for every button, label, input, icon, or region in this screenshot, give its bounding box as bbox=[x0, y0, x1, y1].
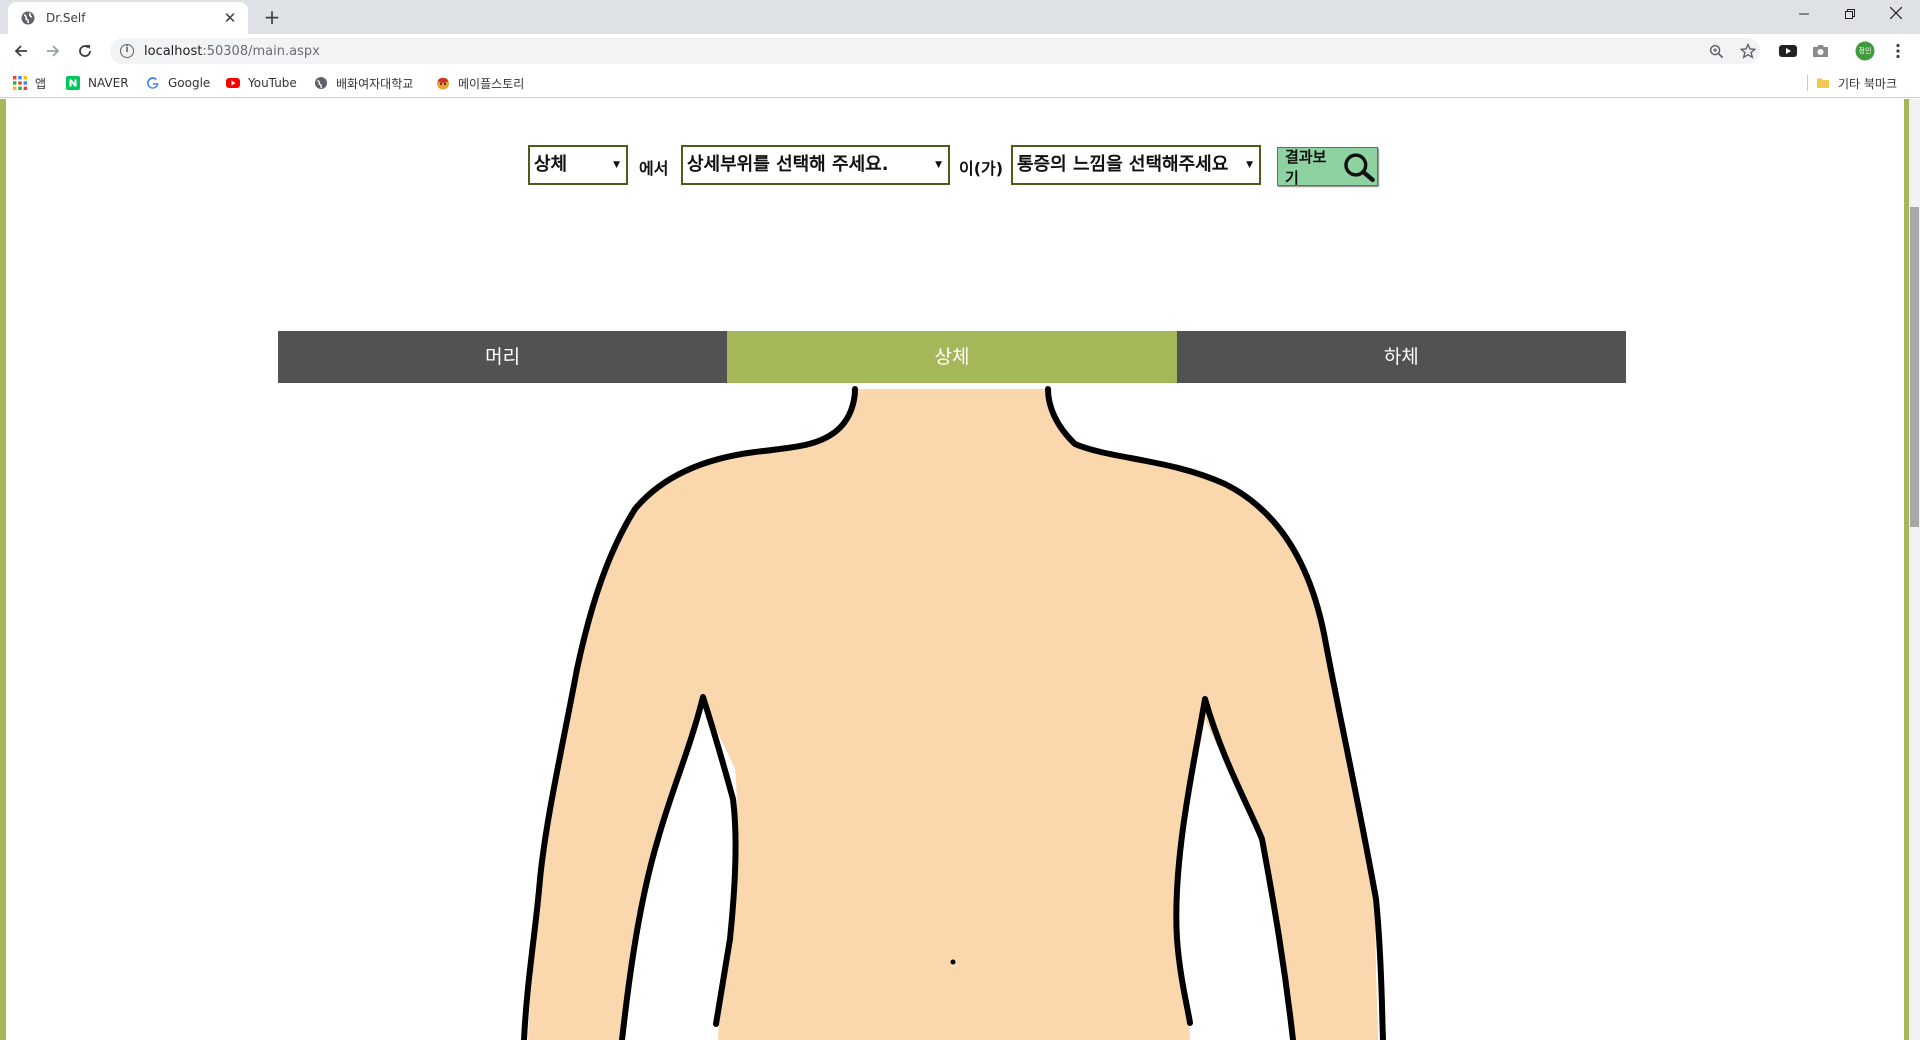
new-tab-button[interactable]: + bbox=[260, 5, 284, 29]
maplestory-icon bbox=[437, 77, 449, 90]
detail-part-select[interactable]: 상세부위를 선택해 주세요. ▼ bbox=[681, 145, 950, 185]
dropdown-arrow-icon: ▼ bbox=[1246, 160, 1253, 170]
bookmark-label: Google bbox=[168, 76, 211, 90]
body-region-tabs: 머리 상체 하체 bbox=[278, 331, 1626, 383]
torso-figure bbox=[521, 386, 1386, 1040]
google-icon bbox=[147, 77, 159, 89]
close-tab-icon[interactable]: ✕ bbox=[222, 9, 238, 27]
symptom-select-value: 통증의 느낌을 선택해주세요 bbox=[1017, 154, 1229, 175]
arrow-left-icon bbox=[14, 45, 27, 57]
bookmark-baewha[interactable]: 배화여자대학교 bbox=[314, 74, 413, 92]
bookmark-maplestory[interactable]: 메이플스토리 bbox=[436, 74, 524, 92]
reload-icon bbox=[79, 45, 91, 57]
scrollbar-thumb[interactable] bbox=[1910, 207, 1919, 527]
youtube-icon bbox=[226, 78, 240, 88]
site-info-icon[interactable]: i bbox=[120, 44, 134, 58]
restore-button[interactable] bbox=[1827, 0, 1873, 30]
bookmark-label: NAVER bbox=[88, 76, 129, 90]
bookmark-label: YouTube bbox=[248, 76, 297, 90]
url-host: localhost bbox=[144, 43, 203, 59]
arrow-right-icon bbox=[47, 45, 60, 57]
back-button[interactable] bbox=[8, 38, 34, 64]
tab-title: Dr.Self bbox=[46, 11, 86, 25]
menu-kebab-icon[interactable] bbox=[1889, 42, 1907, 60]
globe-icon bbox=[21, 11, 35, 25]
upper-body-illustration[interactable] bbox=[0, 383, 1904, 1040]
browser-tab-strip: Dr.Self ✕ + bbox=[0, 0, 1920, 34]
url-path: :50308/main.aspx bbox=[202, 43, 320, 59]
minimize-button[interactable] bbox=[1781, 0, 1827, 30]
reload-button[interactable] bbox=[72, 38, 98, 64]
label-subject: 이(가) bbox=[959, 159, 1004, 178]
bookmark-star-icon[interactable] bbox=[1739, 42, 1757, 60]
tab-head[interactable]: 머리 bbox=[278, 331, 728, 383]
close-window-button[interactable] bbox=[1873, 0, 1919, 30]
bookmark-apps[interactable]: 앱 bbox=[13, 74, 46, 92]
symptom-select[interactable]: 통증의 느낌을 선택해주세요 ▼ bbox=[1011, 145, 1261, 185]
bookmark-naver[interactable]: NAVER bbox=[66, 74, 129, 92]
dropdown-arrow-icon: ▼ bbox=[935, 160, 942, 170]
other-bookmarks[interactable]: 기타 북마크 bbox=[1816, 74, 1897, 92]
bookmark-label: 앱 bbox=[35, 76, 47, 91]
navel-dot bbox=[950, 959, 956, 965]
magnifier-icon bbox=[1344, 152, 1376, 182]
address-bar[interactable]: i localhost:50308/main.aspx bbox=[110, 38, 1760, 64]
zoom-icon[interactable] bbox=[1707, 42, 1725, 60]
bookmark-label: 메이플스토리 bbox=[458, 76, 525, 91]
apps-grid-icon bbox=[13, 76, 27, 90]
browser-toolbar: i localhost:50308/main.aspx 정인 bbox=[0, 34, 1920, 68]
bookmark-google[interactable]: Google bbox=[146, 74, 210, 92]
minimize-icon bbox=[1799, 13, 1809, 15]
camera-extension-icon[interactable] bbox=[1811, 42, 1829, 60]
bookmark-label: 배화여자대학교 bbox=[336, 76, 414, 91]
profile-initials: 정인 bbox=[1858, 47, 1872, 55]
page-viewport: 상체 ▼ 에서 상세부위를 선택해 주세요. ▼ 이(가) 통증의 느낌을 선택… bbox=[0, 99, 1920, 1040]
globe-icon bbox=[315, 77, 327, 89]
naver-icon bbox=[66, 76, 80, 90]
view-result-label: 결과보기 bbox=[1285, 147, 1327, 187]
view-result-button[interactable]: 결과보기 bbox=[1277, 147, 1378, 187]
other-bookmarks-label: 기타 북마크 bbox=[1838, 76, 1898, 91]
restore-icon bbox=[1845, 9, 1855, 19]
folder-icon bbox=[1817, 78, 1829, 88]
close-icon bbox=[1889, 6, 1903, 20]
region-select[interactable]: 상체 ▼ bbox=[528, 145, 628, 185]
label-in: 에서 bbox=[639, 159, 669, 178]
tab-lower-body[interactable]: 하체 bbox=[1176, 331, 1626, 383]
region-select-value: 상체 bbox=[534, 154, 568, 175]
youtube-extension-icon[interactable] bbox=[1779, 42, 1797, 60]
bookmarks-bar: 앱 NAVER Google YouTube 배화여자대학교 메이플스토리 기타… bbox=[0, 68, 1920, 98]
forward-button[interactable] bbox=[40, 38, 66, 64]
detail-part-select-value: 상세부위를 선택해 주세요. bbox=[687, 154, 889, 175]
tab-upper-body[interactable]: 상체 bbox=[727, 331, 1177, 383]
bookmark-youtube[interactable]: YouTube bbox=[226, 74, 297, 92]
profile-avatar[interactable]: 정인 bbox=[1855, 41, 1875, 61]
bookmarks-divider bbox=[1807, 75, 1808, 91]
dropdown-arrow-icon: ▼ bbox=[613, 160, 620, 170]
browser-tab[interactable]: Dr.Self ✕ bbox=[8, 2, 248, 34]
